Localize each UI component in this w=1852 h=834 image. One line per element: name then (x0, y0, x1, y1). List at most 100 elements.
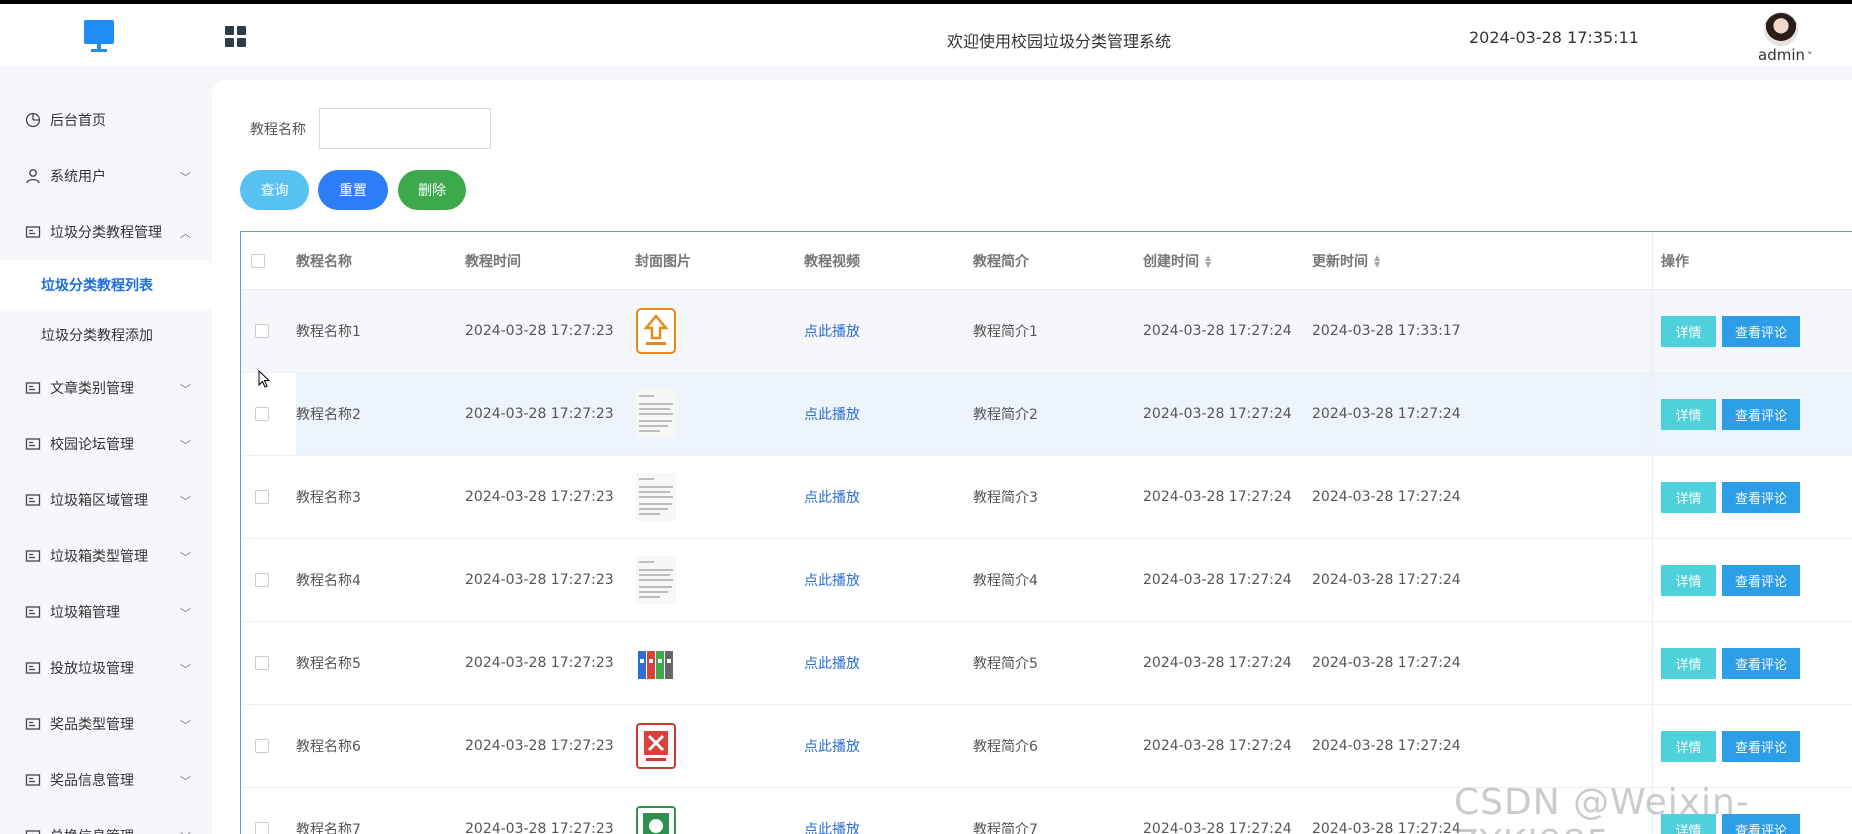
detail-button[interactable]: 详情 (1661, 398, 1716, 430)
detail-button[interactable]: 详情 (1661, 647, 1716, 679)
row-checkbox[interactable] (255, 324, 269, 338)
detail-button[interactable]: 详情 (1661, 315, 1716, 347)
tutorial-time: 2024-03-28 17:27:23 (465, 821, 614, 834)
cover-image[interactable] (635, 721, 677, 771)
table-row[interactable]: 教程名称6 2024-03-28 17:27:23 点此播放 教程简介6 2024-03… (241, 705, 1852, 788)
delete-button[interactable]: 删除 (398, 170, 466, 210)
tutorial-time: 2024-03-28 17:27:23 (465, 323, 614, 339)
tutorial-name: 教程名称5 (296, 656, 361, 672)
tutorial-name: 教程名称7 (296, 822, 361, 834)
row-checkbox[interactable] (255, 739, 269, 753)
created-time: 2024-03-28 17:27:24 (1143, 655, 1292, 671)
row-checkbox[interactable] (255, 490, 269, 504)
sort-icon[interactable]: ▲ ▼ (1205, 253, 1211, 268)
tutorial-name-search-input[interactable] (319, 108, 491, 149)
tutorial-name: 教程名称6 (296, 739, 361, 755)
sort-icon[interactable]: ▲ ▼ (1374, 253, 1380, 268)
created-time-header[interactable]: 创建时间 ▲ ▼ (1143, 232, 1211, 289)
table-row[interactable]: 教程名称1 2024-03-28 17:27:23 点此播放 教程简介1 2024-03… (241, 290, 1852, 373)
column-header: 操作 (1661, 253, 1689, 270)
view-comments-button[interactable]: 查看评论 (1722, 481, 1800, 513)
sidebar-item-1[interactable]: 系统用户 ﹀ (0, 148, 212, 204)
reset-button[interactable]: 重置 (318, 170, 388, 210)
sidebar-item-8[interactable]: 投放垃圾管理 ﹀ (0, 640, 212, 696)
select-all-checkbox[interactable] (251, 253, 265, 268)
chevron-icon: ﹀ (180, 439, 191, 452)
tutorial-time: 2024-03-28 17:27:23 (465, 655, 614, 671)
sidebar-item-7[interactable]: 垃圾箱管理 ﹀ (0, 584, 212, 640)
detail-button[interactable]: 详情 (1661, 481, 1716, 513)
table-row[interactable]: 教程名称3 2024-03-28 17:27:23 点此播放 教程简介3 2024-03… (241, 456, 1852, 539)
updated-time: 2024-03-28 17:27:24 (1312, 738, 1461, 754)
tutorial-name: 教程名称1 (296, 324, 361, 340)
sidebar-item-label: 垃圾分类教程管理 (50, 225, 162, 241)
sidebar-item-11[interactable]: 兑换信息管理 ﹀ (0, 808, 212, 834)
sidebar-item-2[interactable]: 垃圾分类教程管理 ︿ (0, 204, 212, 260)
row-checkbox[interactable] (255, 407, 269, 421)
sidebar-item-label: 后台首页 (50, 113, 106, 129)
card-icon (24, 435, 42, 453)
tutorial-name: 教程名称3 (296, 490, 361, 506)
updated-time-header[interactable]: 更新时间 ▲ ▼ (1312, 232, 1380, 289)
sidebar-item-0[interactable]: 后台首页 (0, 92, 212, 148)
updated-time: 2024-03-28 17:27:24 (1312, 406, 1461, 422)
row-checkbox[interactable] (255, 822, 269, 834)
search-label: 教程名称 (250, 122, 306, 138)
sidebar-item-4[interactable]: 校园论坛管理 ﹀ (0, 416, 212, 472)
view-comments-button[interactable]: 查看评论 (1722, 315, 1800, 347)
play-video-link[interactable]: 点此播放 (804, 456, 860, 538)
query-button[interactable]: 查询 (240, 170, 309, 210)
sidebar-item-5[interactable]: 垃圾箱区域管理 ﹀ (0, 472, 212, 528)
cover-image[interactable] (635, 306, 677, 356)
column-header: 教程简介 (973, 253, 1029, 270)
card-icon (24, 491, 42, 509)
row-checkbox[interactable] (255, 656, 269, 670)
table-row[interactable]: 教程名称5 2024-03-28 17:27:23 点此播放 教程简介5 2024-03… (241, 622, 1852, 705)
detail-button[interactable]: 详情 (1661, 730, 1716, 762)
play-video-link[interactable]: 点此播放 (804, 788, 860, 834)
monitor-logo-icon (84, 20, 114, 53)
table-header: 教程名称 教程时间 封面图片 教程视频 教程简介 创建时间 ▲ ▼ 更新时间 ▲ ▼ 操… (241, 232, 1852, 290)
view-comments-button[interactable]: 查看评论 (1722, 564, 1800, 596)
cover-image[interactable] (635, 389, 677, 439)
play-video-link[interactable]: 点此播放 (804, 622, 860, 704)
table-row[interactable]: 教程名称2 2024-03-28 17:27:23 点此播放 教程简介2 2024-03… (241, 373, 1852, 456)
username: admin (1758, 46, 1805, 64)
updated-time: 2024-03-28 17:27:24 (1312, 655, 1461, 671)
user-icon (24, 167, 42, 185)
chevron-icon: ﹀ (180, 719, 191, 732)
view-comments-button[interactable]: 查看评论 (1722, 398, 1800, 430)
sidebar-item-10[interactable]: 奖品信息管理 ﹀ (0, 752, 212, 808)
avatar[interactable] (1764, 12, 1798, 46)
play-video-link[interactable]: 点此播放 (804, 705, 860, 787)
sidebar-subitem-1[interactable]: 垃圾分类教程添加 (0, 310, 212, 360)
play-video-link[interactable]: 点此播放 (804, 539, 860, 621)
cover-image[interactable] (635, 638, 677, 688)
chevron-icon: ﹀ (180, 551, 191, 564)
play-video-link[interactable]: 点此播放 (804, 373, 860, 455)
card-icon (24, 603, 42, 621)
cover-image[interactable] (635, 555, 677, 605)
sidebar-item-label: 系统用户 (50, 169, 106, 185)
sidebar-item-3[interactable]: 文章类别管理 ﹀ (0, 360, 212, 416)
view-comments-button[interactable]: 查看评论 (1722, 647, 1800, 679)
sidebar-subitem-0[interactable]: 垃圾分类教程列表 (0, 260, 212, 310)
tutorial-intro: 教程简介5 (973, 656, 1038, 672)
sidebar-item-9[interactable]: 奖品类型管理 ﹀ (0, 696, 212, 752)
chevron-icon: ﹀ (180, 663, 191, 676)
user-dropdown[interactable]: admin ˅ (1758, 46, 1813, 64)
tutorial-intro: 教程简介1 (973, 324, 1038, 340)
grid-menu-icon[interactable] (225, 26, 246, 47)
cover-image[interactable] (635, 472, 677, 522)
tutorial-name: 教程名称4 (296, 573, 361, 589)
cover-image[interactable] (635, 804, 677, 834)
row-checkbox[interactable] (255, 573, 269, 587)
tutorial-time: 2024-03-28 17:27:23 (465, 738, 614, 754)
sidebar-item-label: 奖品类型管理 (50, 717, 134, 733)
sidebar-item-6[interactable]: 垃圾箱类型管理 ﹀ (0, 528, 212, 584)
detail-button[interactable]: 详情 (1661, 564, 1716, 596)
play-video-link[interactable]: 点此播放 (804, 290, 860, 372)
view-comments-button[interactable]: 查看评论 (1722, 730, 1800, 762)
watermark: CSDN @Weixin-ZYKJ985 (1454, 782, 1750, 834)
table-row[interactable]: 教程名称4 2024-03-28 17:27:23 点此播放 教程简介4 2024-03… (241, 539, 1852, 622)
